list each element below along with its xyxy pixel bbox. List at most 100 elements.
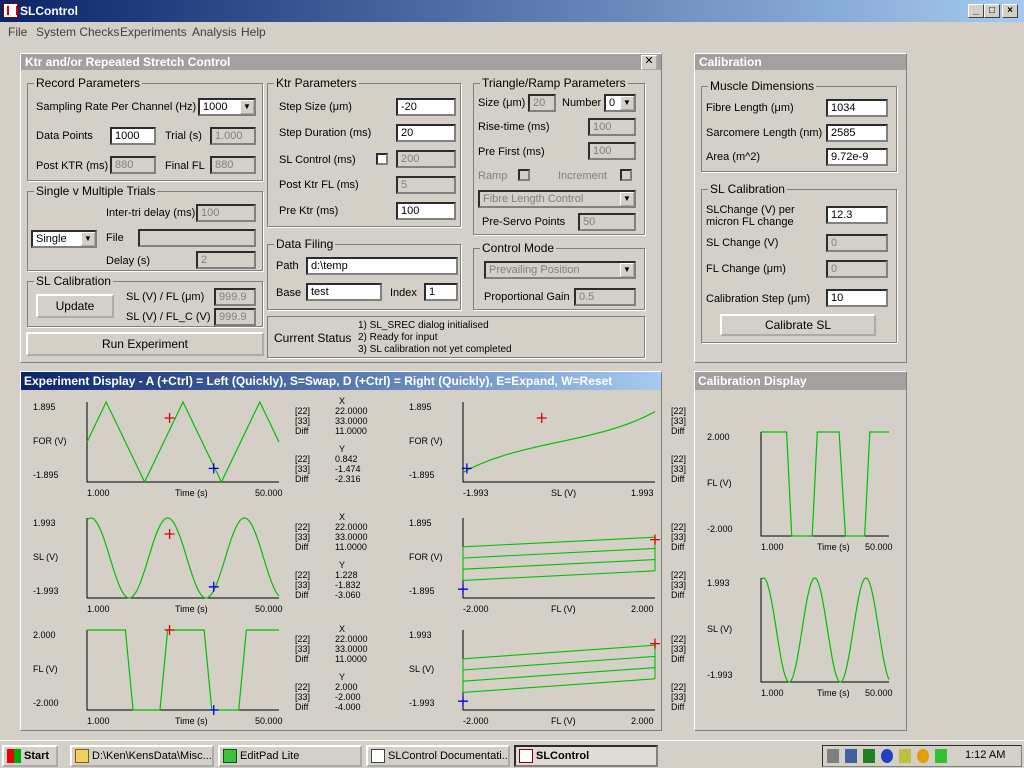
number-select[interactable]: 0 ▼: [604, 94, 636, 112]
path-input[interactable]: d:\temp: [306, 257, 458, 275]
cursor-label: [22]: [671, 634, 687, 644]
chevron-down-icon: ▼: [620, 96, 634, 110]
post-ktr-label: Post KTR (ms): [36, 160, 109, 172]
slchange-per-micron-input[interactable]: 12.3: [826, 206, 888, 224]
control-mode-select: Prevailing Position ▼: [484, 261, 636, 279]
x-readout-header: X: [339, 396, 346, 406]
network-icon[interactable]: [845, 749, 857, 763]
update-button[interactable]: Update: [36, 294, 114, 318]
y-max-label: 1.895: [409, 518, 432, 528]
fibre-length-control-value: Fibre Length Control: [483, 193, 584, 205]
x-min-label: -2.000: [463, 604, 489, 614]
current-status-label: Current Status: [274, 331, 352, 345]
menu-experiments[interactable]: Experiments: [120, 25, 187, 39]
sl-fl-label: SL (V) / FL (μm): [126, 291, 205, 303]
trial-mode-select[interactable]: Single ▼: [31, 230, 97, 248]
tool-icon[interactable]: [899, 749, 911, 763]
chevron-down-icon: ▼: [81, 232, 95, 246]
area-input[interactable]: 9.72e-9: [826, 148, 888, 166]
triangle-ramp-title: Triangle/Ramp Parameters: [480, 76, 628, 90]
run-experiment-button[interactable]: Run Experiment: [26, 332, 264, 356]
base-input[interactable]: test: [306, 283, 382, 301]
calibration-step-input[interactable]: 10: [826, 289, 888, 307]
editpad-icon: [223, 749, 237, 763]
pre-ktr-input[interactable]: 100: [396, 202, 456, 220]
eye-icon[interactable]: [881, 749, 893, 763]
menu-help[interactable]: Help: [241, 25, 266, 39]
x-readout-header: X: [339, 624, 346, 634]
cursor-label: [22]: [295, 522, 311, 532]
trace-line: [462, 536, 656, 548]
trace-line: [462, 667, 656, 682]
fibre-length-input[interactable]: 1034: [826, 99, 888, 117]
y-axis-label: SL (V): [33, 552, 59, 562]
status-lines: 1) SL_SREC dialog initialised 2) Ready f…: [358, 320, 512, 356]
y-readout-header: Y: [339, 560, 346, 570]
minimize-button[interactable]: _: [968, 4, 984, 18]
taskbar-item-slcontrol[interactable]: SLControl: [514, 745, 658, 767]
base-label: Base: [276, 287, 302, 299]
sl-calibration-right-group: SL Calibration SLChange (V) per micron F…: [701, 182, 897, 343]
close-button[interactable]: ×: [1002, 4, 1018, 18]
x-axis-label: SL (V): [551, 488, 577, 498]
taskbar-item-editpad[interactable]: EditPad Lite: [218, 745, 362, 767]
monitor-icon[interactable]: [863, 749, 875, 763]
plot-canvas: [458, 630, 660, 711]
y-min-label: -1.895: [409, 470, 435, 480]
y-readout-value: 2.000: [335, 682, 358, 692]
file-label: File: [106, 232, 124, 244]
taskbar-item-documentation[interactable]: SLControl Documentati...: [366, 745, 510, 767]
clock-app-icon[interactable]: [917, 749, 929, 763]
taskbar-item-explorer[interactable]: D:\Ken\KensData\Misc...: [70, 745, 214, 767]
menu-analysis[interactable]: Analysis: [192, 25, 237, 39]
step-size-input[interactable]: -20: [396, 98, 456, 116]
app-icon[interactable]: [3, 3, 18, 18]
pre-first-input: 100: [588, 142, 636, 160]
muscle-dimensions-group: Muscle Dimensions Fibre Length (μm) 1034…: [701, 79, 897, 172]
menu-file[interactable]: File: [8, 25, 27, 39]
plot-axes: [86, 518, 279, 599]
step-size-label: Step Size (μm): [279, 101, 352, 113]
y-min-label: -1.993: [707, 670, 733, 680]
number-value: 0: [609, 97, 616, 109]
cursor-label: Diff: [295, 426, 309, 436]
sarcomere-length-input[interactable]: 2585: [826, 124, 888, 142]
data-filing-group: Data Filing Path d:\temp Base test Index…: [267, 237, 461, 310]
menu-system-checks[interactable]: System Checks: [36, 25, 119, 39]
speaker-icon[interactable]: [827, 749, 839, 763]
maximize-button[interactable]: □: [984, 4, 1000, 18]
sl-fl-input: 999.9: [214, 288, 256, 306]
plot-canvas: [86, 517, 280, 599]
y-max-label: 1.993: [409, 630, 432, 640]
ktr-panel-close-button[interactable]: ✕: [641, 55, 657, 70]
data-points-input[interactable]: 1000: [110, 127, 156, 145]
step-duration-input[interactable]: 20: [396, 124, 456, 142]
sl-control-checkbox[interactable]: [376, 153, 388, 165]
increment-checkbox: [620, 169, 632, 181]
index-input[interactable]: 1: [424, 283, 458, 301]
cursor-label: Diff: [295, 542, 309, 552]
cursor-label: [33]: [671, 644, 687, 654]
x-axis-label: FL (V): [551, 716, 576, 726]
fl-change-label: FL Change (μm): [706, 263, 786, 275]
y-axis-label: FOR (V): [409, 436, 443, 446]
cursor-label: [22]: [671, 406, 687, 416]
sl-calibration-title: SL Calibration: [34, 274, 113, 288]
cursor-label: [33]: [295, 532, 311, 542]
x-axis-label: Time (s): [817, 688, 850, 698]
x-axis-label: Time (s): [175, 716, 208, 726]
cursor-label: Diff: [671, 654, 685, 664]
plot-canvas: [760, 431, 889, 537]
trace-line: [462, 559, 656, 570]
start-button[interactable]: Start: [2, 745, 58, 767]
calibration-display-panel: Calibration Display 2.000 FL (V) -2.000 1.0…: [694, 371, 907, 731]
proportional-gain-label: Proportional Gain: [484, 291, 570, 303]
green-app-icon[interactable]: [935, 749, 947, 763]
plot-canvas: [86, 625, 279, 715]
x-readout-value: 22.0000: [335, 522, 368, 532]
calibrate-sl-button[interactable]: Calibrate SL: [720, 314, 876, 336]
ktr-parameters-group: Ktr Parameters Step Size (μm) -20 Step D…: [267, 76, 461, 227]
ktr-parameters-title: Ktr Parameters: [274, 76, 359, 90]
trace-line: [462, 411, 656, 473]
sampling-rate-select[interactable]: 1000 ▼: [198, 98, 256, 116]
